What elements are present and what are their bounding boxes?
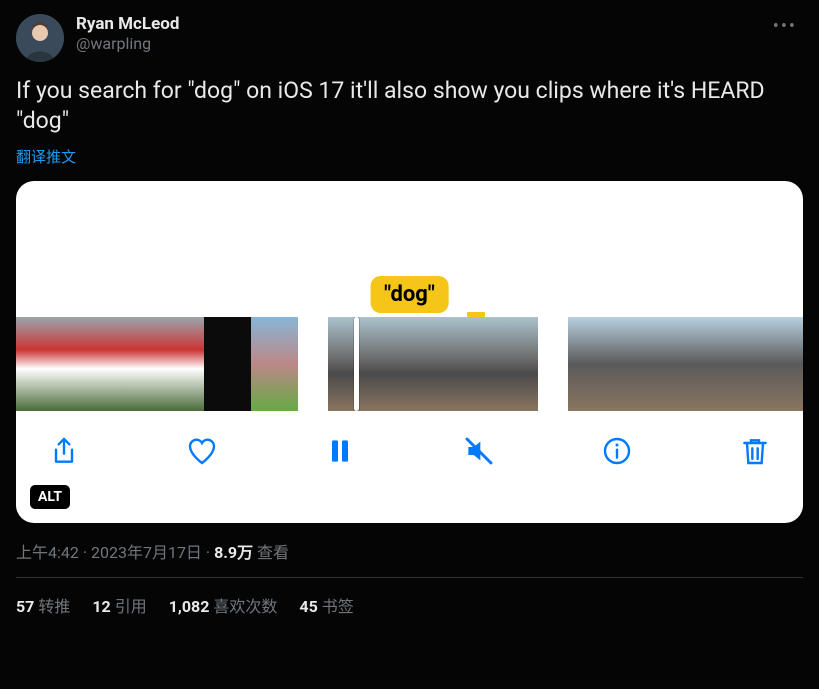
- video-frame: [157, 317, 204, 411]
- tweet-text: If you search for "dog" on iOS 17 it'll …: [16, 76, 803, 136]
- pause-icon: [324, 435, 356, 467]
- trash-icon: [739, 435, 771, 467]
- quotes-stat[interactable]: 12引用: [92, 593, 146, 617]
- media-toolbar: [16, 411, 803, 491]
- clip-group[interactable]: [328, 317, 538, 411]
- video-frame: [110, 317, 157, 411]
- delete-button[interactable]: [737, 433, 773, 469]
- avatar-image: [16, 14, 64, 62]
- video-frame: [778, 317, 803, 411]
- mute-button[interactable]: [461, 433, 497, 469]
- video-frame: [16, 317, 63, 411]
- user-handle[interactable]: @warpling: [76, 34, 179, 54]
- clip-group[interactable]: [16, 317, 298, 411]
- video-frame: [652, 317, 694, 411]
- display-name[interactable]: Ryan McLeod: [76, 14, 179, 34]
- user-names: Ryan McLeod @warpling: [76, 14, 179, 54]
- views-label: 查看: [257, 543, 289, 562]
- video-frame: [694, 317, 736, 411]
- likes-stat[interactable]: 1,082喜欢次数: [169, 593, 278, 617]
- info-icon: [601, 435, 633, 467]
- info-button[interactable]: [599, 433, 635, 469]
- tweet-meta: 上午4:42 2023年7月17日 8.9万 查看: [16, 539, 803, 563]
- tweet-container: Ryan McLeod @warpling ••• If you search …: [0, 0, 819, 617]
- tweet-time[interactable]: 上午4:42: [16, 543, 79, 562]
- video-frame: [63, 317, 110, 411]
- video-frame: [568, 317, 610, 411]
- video-timeline[interactable]: [16, 317, 803, 411]
- share-button[interactable]: [46, 433, 82, 469]
- share-icon: [48, 435, 80, 467]
- speaker-muted-icon: [463, 435, 495, 467]
- video-frame: [328, 317, 398, 411]
- clip-group[interactable]: [568, 317, 803, 411]
- media-card[interactable]: "dog": [16, 181, 803, 523]
- tweet-header: Ryan McLeod @warpling •••: [16, 14, 803, 62]
- more-button[interactable]: •••: [767, 14, 803, 39]
- tweet-stats: 57转推 12引用 1,082喜欢次数 45书签: [16, 578, 803, 617]
- timeline-playhead[interactable]: [354, 317, 359, 411]
- video-frame: [736, 317, 778, 411]
- heart-icon: [186, 435, 218, 467]
- translate-link[interactable]: 翻译推文: [16, 146, 76, 167]
- views-count: 8.9万: [214, 543, 253, 562]
- search-tag-label: "dog": [370, 276, 449, 313]
- tweet-date[interactable]: 2023年7月17日: [91, 543, 202, 562]
- bookmarks-stat[interactable]: 45书签: [299, 593, 353, 617]
- avatar[interactable]: [16, 14, 64, 62]
- like-button[interactable]: [184, 433, 220, 469]
- video-frame: [468, 317, 538, 411]
- retweets-stat[interactable]: 57转推: [16, 593, 70, 617]
- media-top-area: "dog": [16, 181, 803, 317]
- video-frame: [204, 317, 251, 411]
- alt-badge[interactable]: ALT: [30, 485, 70, 509]
- video-frame: [251, 317, 298, 411]
- video-frame: [610, 317, 652, 411]
- pause-button[interactable]: [322, 433, 358, 469]
- video-frame: [398, 317, 468, 411]
